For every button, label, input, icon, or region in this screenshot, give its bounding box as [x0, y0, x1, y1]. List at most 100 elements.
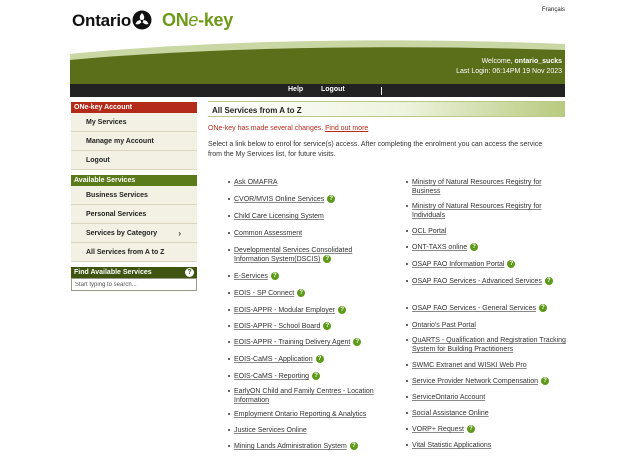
notice-message: ONe-key has made several changes. Find o…	[208, 125, 369, 132]
trillium-icon	[132, 10, 152, 30]
intro-text: Select a link below to enrol for service…	[208, 141, 543, 158]
find-services-heading: Find Available Services ?	[71, 267, 197, 278]
help-icon[interactable]: ?	[507, 260, 516, 268]
list-item: EOIS - SP Connect?	[228, 289, 388, 306]
service-link[interactable]: EarlyON Child and Family Centres - Locat…	[234, 388, 374, 404]
logout-link[interactable]: Logout	[321, 86, 345, 93]
list-item: ServiceOntario Account	[406, 393, 566, 409]
help-icon[interactable]: ?	[544, 277, 553, 285]
list-item: EOIS-CaMS - Reporting?	[228, 372, 388, 387]
service-link[interactable]: QuARTS - Qualification and Registration …	[412, 337, 566, 353]
service-link[interactable]: SWMC Extranet and WISKI Web Pro	[412, 362, 527, 369]
language-toggle-link[interactable]: Français	[542, 7, 565, 13]
service-link[interactable]: OCL Portal	[412, 228, 446, 235]
list-item: OSAP FAO Information Portal?	[406, 260, 566, 277]
welcome-panel: Welcome, ontario_sucks Last Login: 06:14…	[456, 57, 562, 77]
last-login: Last Login: 06:14PM 19 Nov 2023	[456, 68, 562, 75]
list-item: EOIS-APPR - Training Delivery Agent?	[228, 338, 388, 355]
help-icon[interactable]: ?	[327, 195, 336, 203]
help-icon[interactable]: ?	[323, 255, 332, 263]
service-link[interactable]: VORP+ Request	[412, 426, 464, 433]
list-item: QuARTS - Qualification and Registration …	[406, 336, 566, 361]
service-link[interactable]: Ontario's Past Portal	[412, 322, 476, 329]
service-link[interactable]: Ministry of Natural Resources Registry f…	[412, 179, 542, 195]
help-icon[interactable]: ?	[470, 243, 479, 251]
help-link[interactable]: Help	[288, 86, 303, 93]
list-item: EarlyON Child and Family Centres - Locat…	[228, 387, 388, 410]
service-link[interactable]: CVOR/MVIS Online Services	[234, 196, 324, 203]
top-bar: Ontario ONe-key Français	[0, 0, 639, 40]
list-item: Common Assessment	[228, 229, 388, 246]
list-item: Ontario's Past Portal	[406, 321, 566, 336]
service-link[interactable]: E-Services	[234, 273, 268, 280]
service-link[interactable]: ONT-TAXS online	[412, 244, 467, 251]
help-icon[interactable]: ?	[538, 304, 547, 312]
service-link[interactable]: EOIS-CaMS - Application	[234, 356, 313, 363]
service-link[interactable]: Ministry of Natural Resources Registry f…	[412, 203, 542, 219]
help-icon[interactable]: ?	[323, 322, 332, 330]
service-link[interactable]: Developmental Services Consolidated Info…	[234, 247, 352, 263]
list-item: Justice Services Online	[228, 426, 388, 442]
list-item: Vital Statistic Applications	[406, 441, 566, 453]
sidebar-item-all-services-a-to-z[interactable]: All Services from A to Z	[71, 243, 197, 262]
help-icon[interactable]: ?	[466, 425, 475, 433]
service-link[interactable]: Vital Statistic Applications	[412, 442, 491, 449]
sidebar-item-business-services[interactable]: Business Services	[71, 186, 197, 205]
help-icon[interactable]: ?	[353, 338, 362, 346]
service-link[interactable]: Justice Services Online	[234, 427, 307, 434]
find-out-more-link[interactable]: Find out more	[325, 125, 368, 132]
list-item: Employment Ontario Reporting & Analytics	[228, 410, 388, 426]
help-icon[interactable]: ?	[312, 372, 321, 380]
list-item: Mining Lands Administration System?	[228, 442, 388, 454]
service-link[interactable]: EOIS - SP Connect	[234, 290, 294, 297]
service-search-input[interactable]	[71, 278, 197, 291]
service-link[interactable]: Ask OMAFRA	[234, 179, 278, 186]
sidebar-item-manage-account[interactable]: Manage my Account	[71, 132, 197, 151]
service-link[interactable]: OSAP FAO Services - Advanced Services	[412, 278, 542, 285]
available-services-heading: Available Services	[71, 175, 197, 186]
sidebar-item-services-by-category[interactable]: Services by Category ›	[71, 224, 197, 243]
list-item: E-Services?	[228, 272, 388, 289]
list-item: Child Care Licensing System	[228, 212, 388, 229]
service-link[interactable]: EOIS-APPR - School Board	[234, 323, 320, 330]
service-link[interactable]: Mining Lands Administration System	[234, 443, 347, 450]
service-link[interactable]: ServiceOntario Account	[412, 394, 485, 401]
help-icon[interactable]: ?	[541, 377, 550, 385]
list-item: Developmental Services Consolidated Info…	[228, 246, 388, 272]
help-icon[interactable]: ?	[349, 442, 358, 450]
list-item: CVOR/MVIS Online Services?	[228, 195, 388, 212]
list-item: OSAP FAO Services - General Services?	[406, 304, 566, 321]
page-title: All Services from A to Z	[208, 101, 565, 117]
sidebar-item-personal-services[interactable]: Personal Services	[71, 205, 197, 224]
list-item: OSAP FAO Services - Advanced Services?	[406, 277, 566, 304]
service-link[interactable]: EOIS-APPR - Modular Employer	[234, 307, 335, 314]
list-item: Social Assistance Online	[406, 409, 566, 425]
onekey-logo: ONe-key	[162, 10, 233, 30]
help-icon[interactable]: ?	[338, 306, 347, 314]
service-link[interactable]: OSAP FAO Services - General Services	[412, 305, 536, 312]
service-link[interactable]: Common Assessment	[234, 230, 302, 237]
service-link[interactable]: Child Care Licensing System	[234, 213, 324, 220]
service-link[interactable]: OSAP FAO Information Portal	[412, 261, 504, 268]
welcome-label: Welcome,	[481, 58, 513, 65]
account-heading: ONe-key Account	[71, 102, 197, 113]
help-icon[interactable]: ?	[315, 355, 324, 363]
service-link[interactable]: Service Provider Network Compensation	[412, 378, 538, 385]
service-link[interactable]: Employment Ontario Reporting & Analytics	[234, 411, 366, 418]
main-content: All Services from A to Z ONe-key has mad…	[208, 101, 565, 160]
list-item: Service Provider Network Compensation?	[406, 377, 566, 393]
list-item: Ministry of Natural Resources Registry f…	[406, 178, 566, 202]
list-item: VORP+ Request?	[406, 425, 566, 441]
sidebar-item-my-services[interactable]: My Services	[71, 113, 197, 132]
services-column-left: Ask OMAFRA CVOR/MVIS Online Services? Ch…	[228, 178, 388, 454]
top-nav-bar: Help Logout	[70, 84, 565, 97]
username: ontario_sucks	[514, 58, 562, 65]
service-link[interactable]: Social Assistance Online	[412, 410, 489, 417]
service-link[interactable]: EOIS-CaMS - Reporting	[234, 373, 309, 380]
help-icon[interactable]: ?	[297, 289, 306, 297]
sidebar-item-logout[interactable]: Logout	[71, 151, 197, 170]
services-column-right: Ministry of Natural Resources Registry f…	[406, 178, 566, 453]
help-icon[interactable]: ?	[270, 272, 279, 280]
help-icon[interactable]: ?	[185, 268, 194, 277]
service-link[interactable]: EOIS-APPR - Training Delivery Agent	[234, 339, 350, 346]
